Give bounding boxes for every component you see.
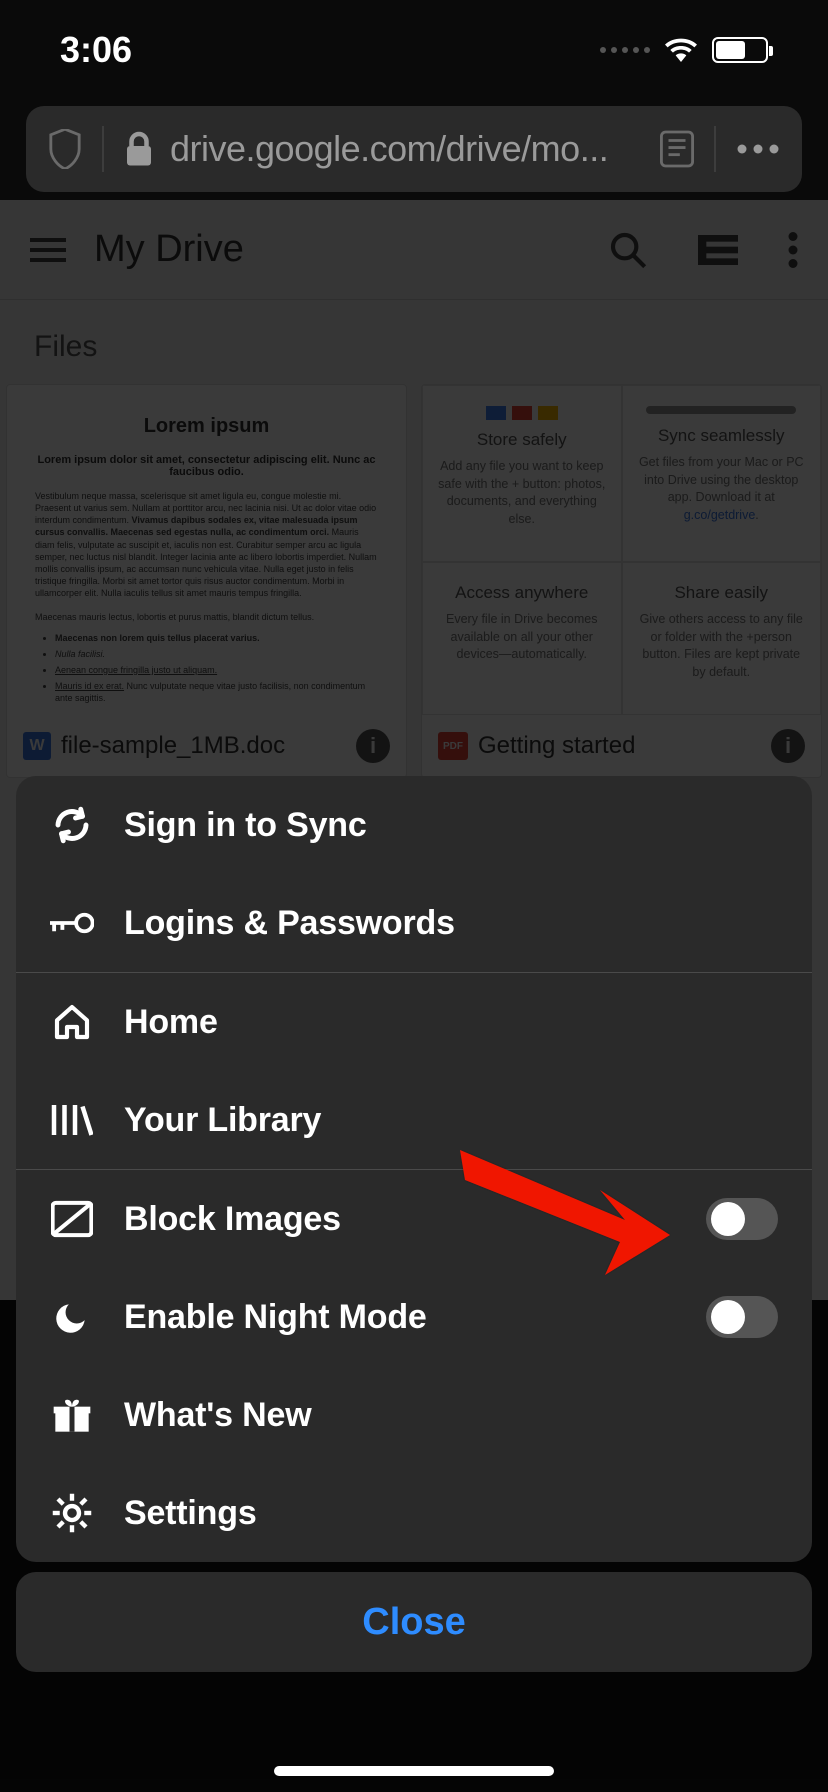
gift-icon <box>50 1393 94 1437</box>
url-bar[interactable]: drive.google.com/drive/mo... <box>26 106 802 192</box>
menu-library[interactable]: Your Library <box>16 1071 812 1169</box>
menu-label: Enable Night Mode <box>124 1298 706 1337</box>
library-icon <box>50 1098 94 1142</box>
browser-menu-panel: Sign in to Sync Logins & Passwords Home … <box>16 776 812 1562</box>
more-icon[interactable] <box>736 143 780 155</box>
block-images-icon <box>50 1197 94 1241</box>
home-indicator[interactable] <box>274 1766 554 1776</box>
menu-logins-passwords[interactable]: Logins & Passwords <box>16 874 812 972</box>
status-bar: 3:06 <box>0 0 828 100</box>
divider <box>102 126 104 172</box>
menu-label: Settings <box>124 1494 778 1533</box>
menu-night-mode[interactable]: Enable Night Mode <box>16 1268 812 1366</box>
moon-icon <box>50 1295 94 1339</box>
menu-label: Block Images <box>124 1200 706 1239</box>
status-time: 3:06 <box>60 29 132 71</box>
sync-icon <box>50 803 94 847</box>
menu-settings[interactable]: Settings <box>16 1464 812 1562</box>
close-label: Close <box>362 1601 465 1644</box>
menu-whats-new[interactable]: What's New <box>16 1366 812 1464</box>
lock-icon <box>124 131 154 167</box>
key-icon <box>50 901 94 945</box>
status-indicators <box>600 37 768 63</box>
menu-label: What's New <box>124 1396 778 1435</box>
gear-icon <box>50 1491 94 1535</box>
shield-icon <box>48 129 82 169</box>
block-images-toggle[interactable] <box>706 1198 778 1240</box>
home-icon <box>50 1000 94 1044</box>
close-button[interactable]: Close <box>16 1572 812 1672</box>
menu-sign-in-sync[interactable]: Sign in to Sync <box>16 776 812 874</box>
battery-icon <box>712 37 768 63</box>
wifi-icon <box>664 38 698 62</box>
divider <box>714 126 716 172</box>
menu-label: Sign in to Sync <box>124 806 778 845</box>
cellular-icon <box>600 47 650 53</box>
menu-block-images[interactable]: Block Images <box>16 1170 812 1268</box>
menu-label: Your Library <box>124 1101 778 1140</box>
reader-mode-icon[interactable] <box>660 130 694 168</box>
night-mode-toggle[interactable] <box>706 1296 778 1338</box>
menu-label: Logins & Passwords <box>124 904 778 943</box>
menu-label: Home <box>124 1003 778 1042</box>
menu-home[interactable]: Home <box>16 973 812 1071</box>
url-text[interactable]: drive.google.com/drive/mo... <box>170 128 660 170</box>
